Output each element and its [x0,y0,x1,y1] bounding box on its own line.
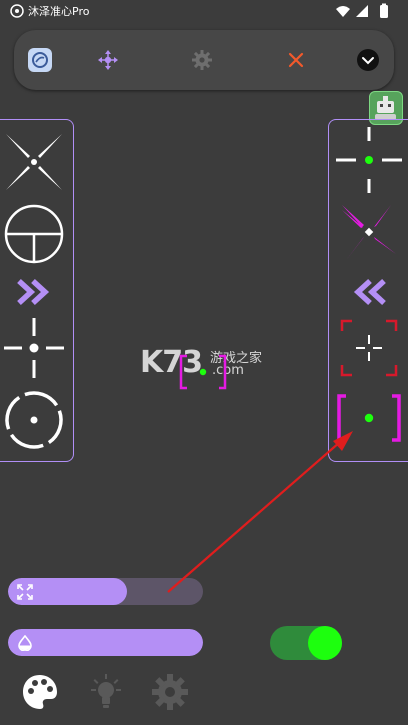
chevrons-left-icon [353,278,386,306]
move-icon [98,50,118,70]
signal-icon [356,5,368,17]
settings-button[interactable] [186,44,218,76]
scope-crosshair-icon [4,204,63,264]
magenta-bracket-dot-icon [337,394,401,442]
crosshair-style-dot-cross[interactable] [0,316,73,380]
gear-icon [192,50,212,70]
palette-tab[interactable] [20,672,60,712]
droplet-icon [18,635,32,651]
right-crosshair-panel [328,119,408,462]
crosshair-toggle-switch[interactable] [270,626,342,660]
magenta-x-icon [342,205,396,259]
crosshair-style-chevrons-right[interactable] [0,260,73,324]
lightbulb-icon [91,674,121,708]
battery-icon [380,5,388,18]
status-bar: 沐泽准心Pro [0,0,408,22]
chevron-down-icon [357,49,379,71]
crosshair-style-scope[interactable] [0,202,73,266]
opacity-slider[interactable] [8,629,203,656]
active-crosshair-preview[interactable] [178,354,228,390]
bulb-tab[interactable] [86,672,126,712]
expand-icon [17,584,33,600]
app-title: 沐泽准心Pro [28,5,90,18]
crosshair-style-circle-dot[interactable] [0,388,73,452]
crosshair-style-green-dot-cross[interactable] [329,127,408,193]
gear-icon [152,674,188,710]
crosshair-style-magenta-bracket-dot[interactable] [329,386,408,450]
left-crosshair-panel [0,119,74,462]
opacity-slider-fill [8,629,203,656]
palette-icon [23,675,57,709]
status-icons [336,3,388,18]
crosshair-style-chevrons-left[interactable] [329,260,408,324]
red-bracket-cross-icon [340,319,398,377]
logo-button[interactable] [24,44,56,76]
crosshair-style-red-bracket-cross[interactable] [329,316,408,380]
collapse-button[interactable] [352,44,384,76]
wifi-icon [336,6,350,17]
crosshair-style-magenta-x[interactable] [329,200,408,264]
close-button[interactable] [280,44,312,76]
size-slider[interactable] [8,578,203,605]
settings-tab[interactable] [150,672,190,712]
app-icon [10,4,24,18]
top-toolbar [14,30,394,90]
circle-dot-icon [4,391,63,449]
close-icon [288,52,304,68]
crosshair-style-x[interactable] [0,130,73,194]
move-button[interactable] [92,44,124,76]
x-crosshair-icon [5,134,62,190]
chevrons-right-icon [16,278,49,306]
crosshair-logo-icon [28,48,52,72]
dot-cross-icon [3,318,64,378]
green-dot-cross-icon [336,127,402,193]
toggle-knob [308,626,342,660]
